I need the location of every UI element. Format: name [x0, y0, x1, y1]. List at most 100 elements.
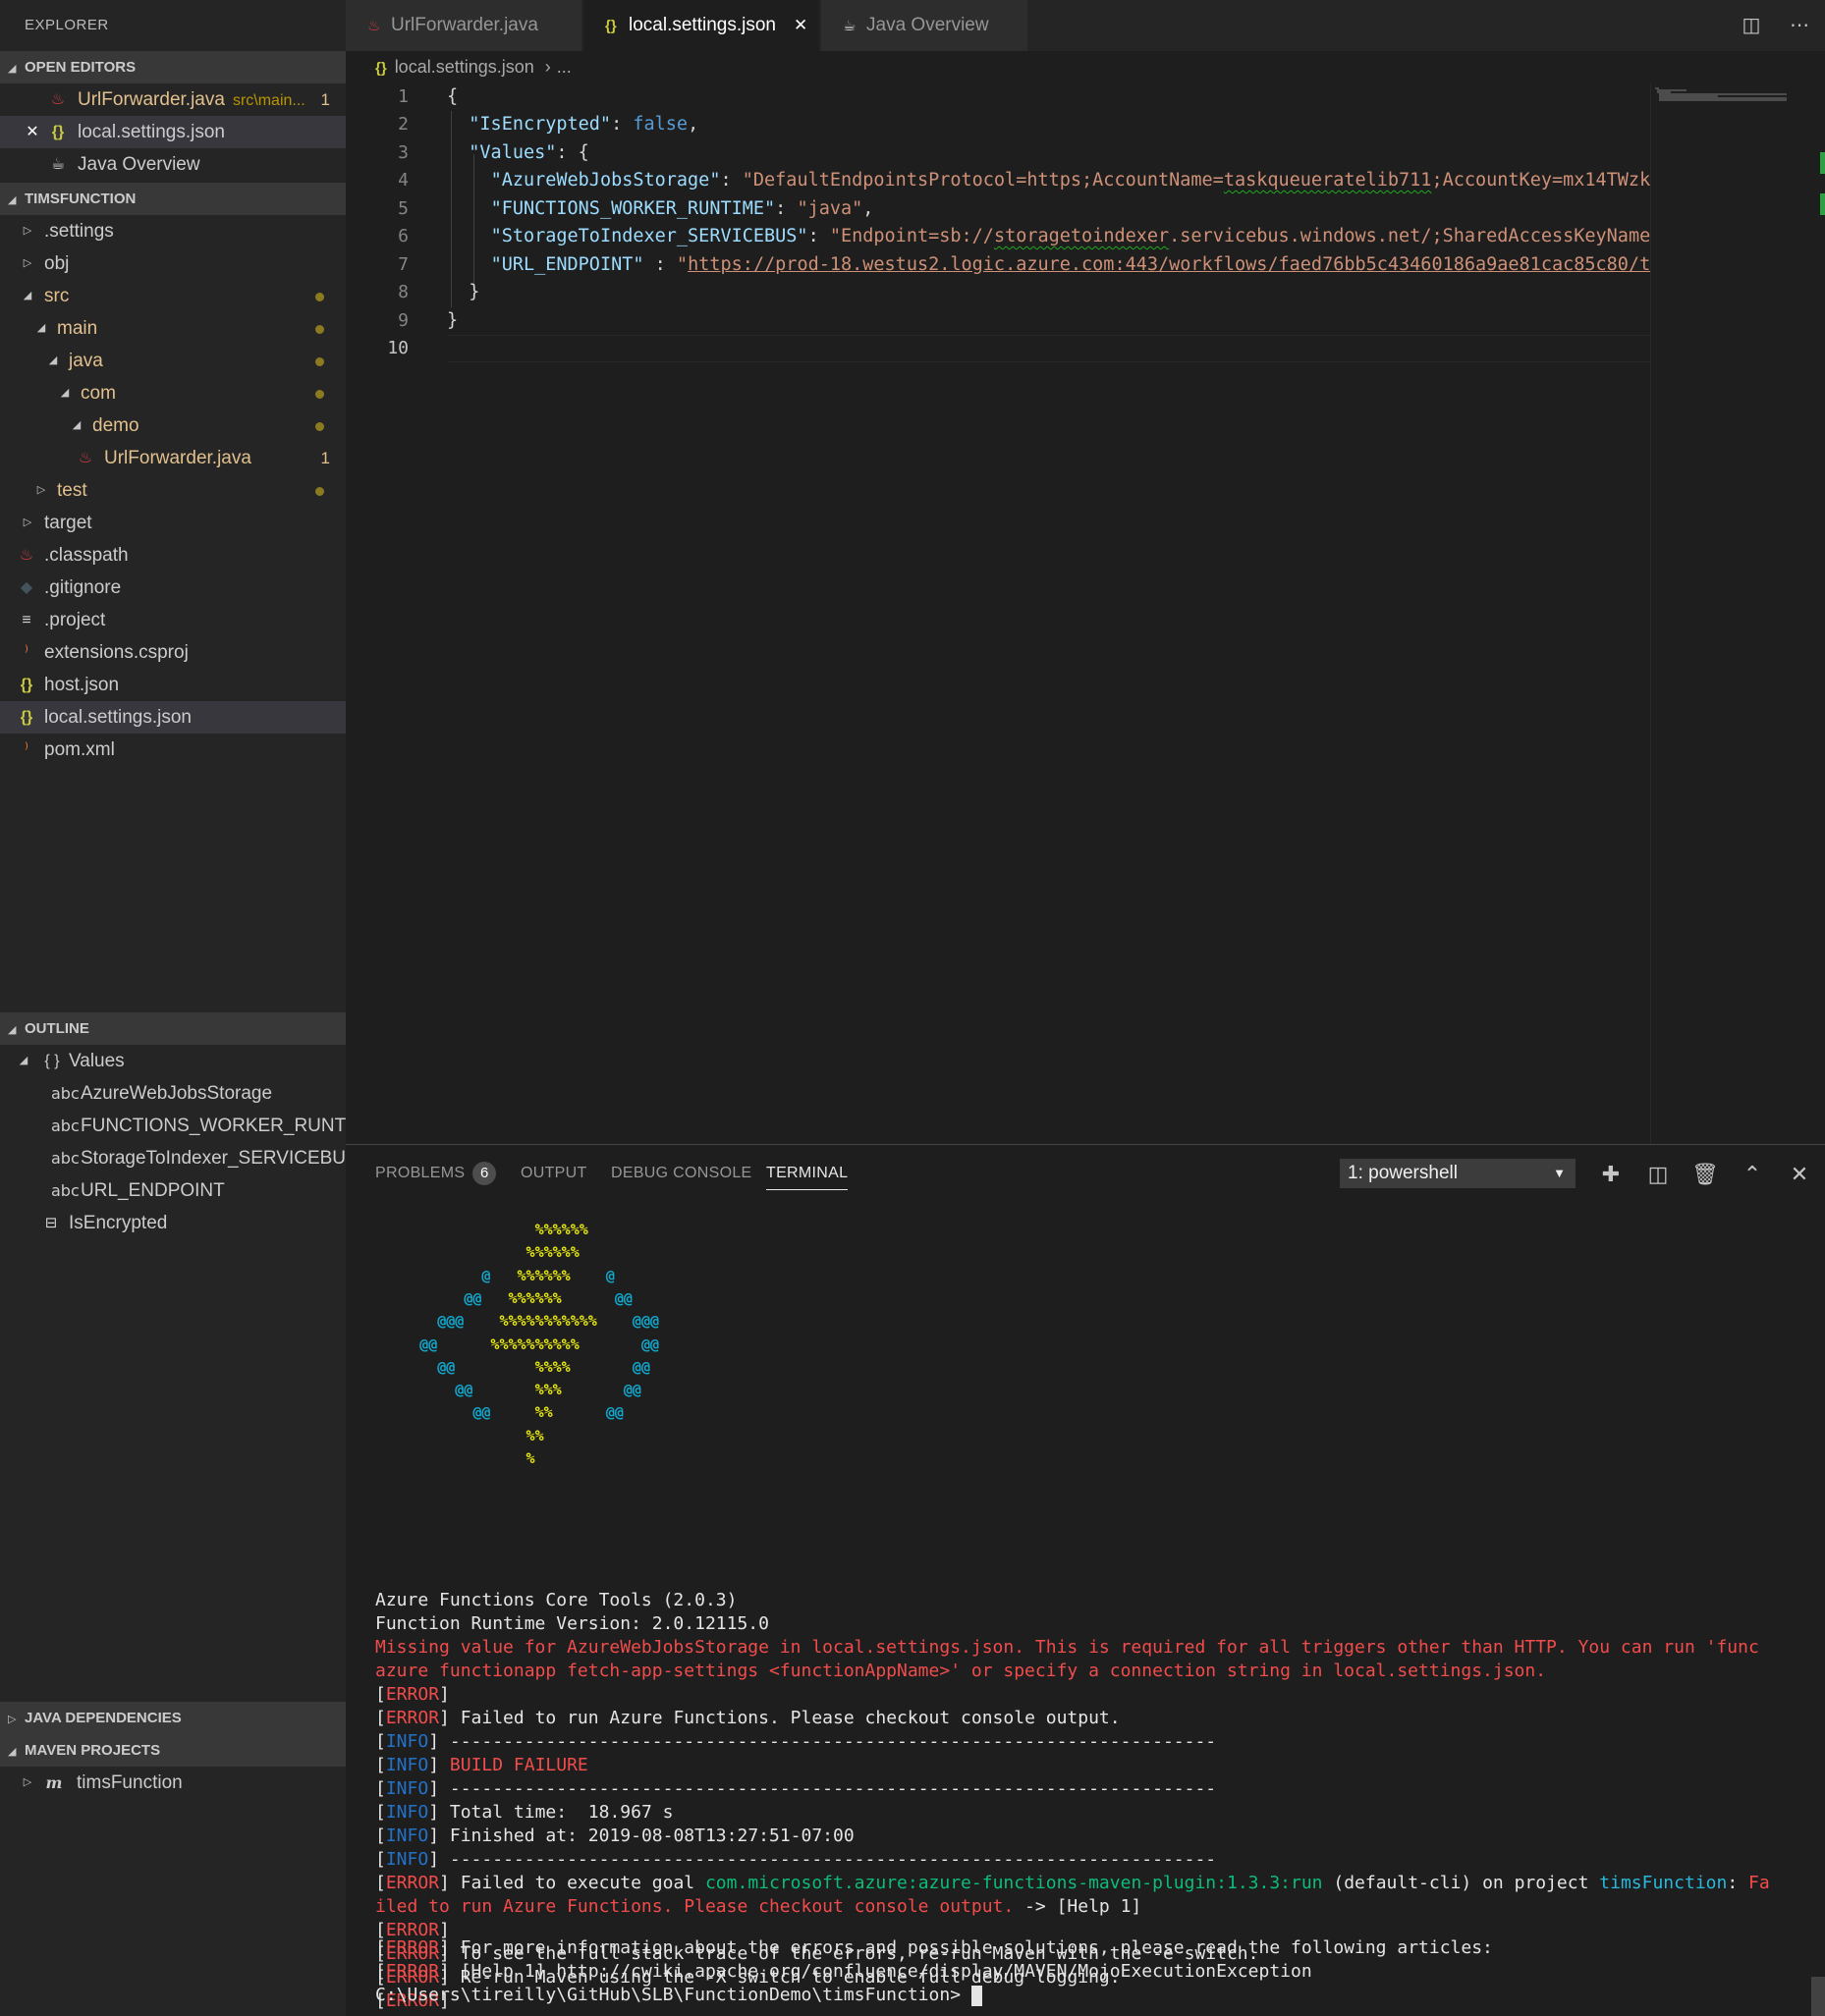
outline-item-functions-worker-runtime[interactable]: abc FUNCTIONS_WORKER_RUNTI... [0, 1110, 346, 1142]
open-editor-urlforwarder[interactable]: ♨ UrlForwarder.java src\main... 1 [0, 83, 346, 116]
outline-list: ◢{ } Values abc AzureWebJobsStorage abc FUN… [0, 1045, 346, 1239]
tree-item-com[interactable]: ◢ com [0, 377, 346, 409]
chevron-down-icon: ◢ [19, 1055, 28, 1066]
chevron-right-icon: ▷ [36, 484, 46, 496]
maven-projects-header[interactable]: ◢ MAVEN PROJECTS [0, 1734, 346, 1767]
trash-icon[interactable]: 🗑 [1690, 1160, 1720, 1189]
chevron-right-icon: ▷ [23, 225, 32, 237]
text-file-icon: ≡ [22, 612, 31, 628]
tab-terminal[interactable]: TERMINAL [766, 1145, 849, 1202]
modified-dot [315, 487, 324, 496]
terminal-output[interactable]: %%%%%% %%%%%% @ %%%%%% @ @@ %%%%%% @@ @@… [375, 1218, 1819, 2013]
new-terminal-icon[interactable]: ✚ [1596, 1160, 1626, 1189]
more-actions-icon[interactable]: ⋯ [1786, 12, 1813, 39]
tree-item-host-json[interactable]: {} host.json [0, 669, 346, 701]
outline-header[interactable]: ◢ OUTLINE [0, 1012, 346, 1045]
tab-debug-console[interactable]: DEBUG CONSOLE [611, 1145, 752, 1202]
line-number: 10 [387, 338, 409, 358]
code-line-6: "StorageToIndexer_SERVICEBUS": "Endpoint… [490, 226, 1650, 246]
logo-line: @@ %%%%%% @@ [464, 1288, 633, 1307]
chevron-down-icon: ◢ [8, 1024, 17, 1036]
terminal-prompt[interactable]: C:\Users\tireilly\GitHub\SLB\FunctionDem… [375, 1984, 982, 2007]
tree-item-settings[interactable]: ▷ .settings [0, 215, 346, 247]
open-editors-header[interactable]: ◢ OPEN EDITORS [0, 51, 346, 83]
maven-project-timsfunction[interactable]: ▷ m timsFunction [0, 1767, 346, 1799]
logo-line: %%%%%% [534, 1221, 588, 1238]
close-icon[interactable]: ✕ [22, 116, 43, 148]
terminal-scrollbar[interactable] [1811, 1977, 1825, 2016]
logo-line: @@@ %%%%%%%%%%% @@@ [437, 1312, 659, 1331]
line-number: 7 [398, 254, 409, 275]
logo-line: @@ %%% @@ [455, 1381, 641, 1399]
tree-item-demo[interactable]: ◢ demo [0, 409, 346, 442]
line-number: 4 [398, 170, 409, 191]
open-editor-local-settings[interactable]: ✕ {} local.settings.json [0, 116, 346, 148]
tab-problems[interactable]: PROBLEMS 6 [375, 1145, 497, 1202]
tab-output[interactable]: OUTPUT [521, 1145, 587, 1202]
maximize-panel-icon[interactable]: ⌃ [1738, 1160, 1767, 1189]
code-line-5: "FUNCTIONS_WORKER_RUNTIME": "java", [490, 198, 874, 219]
chevron-right-icon: ▷ [8, 1714, 17, 1725]
json-file-icon: {} [20, 709, 33, 726]
terminal-line: [ERROR] [Help 1] http://cwiki.apache.org… [375, 1961, 1312, 1982]
chevron-down-icon: ◢ [23, 290, 32, 301]
close-icon[interactable]: ✕ [794, 0, 807, 51]
code-line-3: "Values": { [469, 142, 589, 163]
terminal-line: azure functionapp fetch-app-settings <fu… [375, 1661, 1547, 1681]
url-link[interactable]: https://prod-18.westus2.logic.azure.com:… [688, 254, 1650, 275]
breadcrumb-file[interactable]: local.settings.json [395, 57, 534, 77]
tree-item-src[interactable]: ◢ src [0, 280, 346, 312]
project-header[interactable]: ◢ TIMSFUNCTION [0, 183, 346, 215]
tree-item-test[interactable]: ▷ test [0, 474, 346, 507]
tree-item-classpath[interactable]: ♨ .classpath [0, 539, 346, 572]
outline-item-azurewebjobsstorage[interactable]: abc AzureWebJobsStorage [0, 1077, 346, 1110]
tree-item-target[interactable]: ▷ target [0, 507, 346, 539]
chevron-down-icon: ◢ [36, 322, 46, 334]
tree-item-extensions-csproj[interactable]: ⁾ extensions.csproj [0, 636, 346, 669]
minimap[interactable] [1650, 83, 1807, 1144]
java-file-icon: ♨ [367, 18, 381, 34]
java-overview-icon: ☕ [843, 18, 857, 34]
logo-line: @ %%%%%% @ [481, 1266, 615, 1284]
outline-item-values[interactable]: ◢{ } Values [0, 1045, 346, 1077]
tree-item-gitignore[interactable]: ◆ .gitignore [0, 572, 346, 604]
tree-item-urlforwarder[interactable]: ♨ UrlForwarder.java 1 [0, 442, 346, 474]
line-number: 1 [398, 86, 409, 107]
editor-scrollbar[interactable] [1807, 83, 1825, 1144]
close-panel-icon[interactable]: ✕ [1785, 1160, 1814, 1189]
java-file-icon: ♨ [19, 547, 34, 564]
tree-item-java[interactable]: ◢ java [0, 345, 346, 377]
split-editor-icon[interactable]: ◫ [1738, 12, 1765, 39]
code-editor[interactable]: 1 2 3 4 5 6 7 8 9 10 { "IsEncrypted": fa… [346, 83, 1825, 1144]
tab-local-settings[interactable]: {} local.settings.json ✕ [583, 0, 819, 51]
problem-count: 1 [320, 90, 330, 109]
terminal-tail-lines: [ERROR] For more information about the e… [375, 1936, 1809, 2016]
modified-dot [315, 293, 324, 301]
chevron-down-icon: ◢ [48, 354, 58, 366]
java-dependencies-header[interactable]: ▷ JAVA DEPENDENCIES [0, 1702, 346, 1734]
outline-item-isencrypted[interactable]: ⊟ IsEncrypted [0, 1207, 346, 1239]
terminal-select[interactable]: 1: powershell ▼ [1340, 1159, 1576, 1188]
tab-urlforwarder[interactable]: ♨ UrlForwarder.java [346, 0, 581, 51]
tree-item-local-settings[interactable]: {} local.settings.json [0, 701, 346, 734]
tab-java-overview[interactable]: ☕ Java Overview [821, 0, 1027, 51]
chevron-down-icon: ◢ [72, 419, 82, 431]
tree-item-obj[interactable]: ▷ obj [0, 247, 346, 280]
breadcrumb-rest[interactable]: ... [557, 57, 572, 77]
tree-item-pom-xml[interactable]: ⁾ pom.xml [0, 734, 346, 766]
outline-item-url-endpoint[interactable]: abc URL_ENDPOINT [0, 1174, 346, 1207]
terminal-line: [INFO] ---------------------------------… [375, 1778, 1217, 1799]
split-terminal-icon[interactable]: ◫ [1643, 1160, 1673, 1189]
terminal-cursor [970, 1985, 982, 2006]
outline-item-storagetoindexer[interactable]: abc StorageToIndexer_SERVICEBUS [0, 1142, 346, 1174]
minimap-line [1659, 99, 1787, 101]
tree-item-project[interactable]: ≡ .project [0, 604, 346, 636]
open-editor-java-overview[interactable]: ☕ Java Overview [0, 148, 346, 181]
tree-item-main[interactable]: ◢ main [0, 312, 346, 345]
problem-count: 1 [320, 449, 330, 467]
string-icon: abc [51, 1117, 80, 1135]
modified-dot [315, 390, 324, 399]
maven-icon: m [45, 1773, 63, 1792]
json-file-icon: {} [51, 124, 65, 140]
modified-dot [315, 357, 324, 366]
